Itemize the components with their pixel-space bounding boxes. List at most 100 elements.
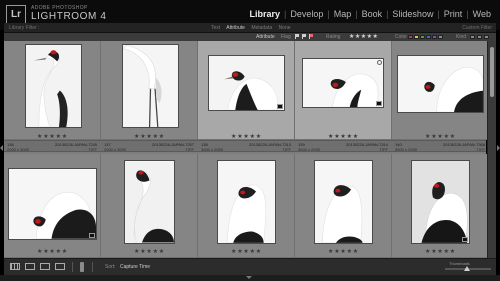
file-extension: TIFF xyxy=(379,147,388,152)
photo-thumbnail[interactable] xyxy=(397,55,484,113)
attribute-label: Attribute xyxy=(256,34,275,40)
loupe-view-icon[interactable] xyxy=(25,263,35,270)
file-extension: TIFF xyxy=(282,147,291,152)
rating-filter-stars[interactable]: ★★★★★ xyxy=(349,34,378,40)
lightroom-logo: Lr xyxy=(6,5,26,24)
photo-thumbnail[interactable] xyxy=(8,168,97,240)
module-library[interactable]: Library xyxy=(246,9,283,19)
photo-thumbnail[interactable] xyxy=(124,160,175,244)
filter-tabs: Text Attribute Metadata None xyxy=(211,25,296,31)
sort-order-dropdown[interactable]: Capture Time xyxy=(120,264,150,270)
sort-label: Sort: xyxy=(105,264,116,270)
grid-cell[interactable]: ★★★★★ xyxy=(101,41,198,140)
file-info: 137 20130226-JAPAN-7257 2000 x 3000 TIFF xyxy=(101,142,198,152)
grid-cell[interactable]: ★★★★★ xyxy=(4,154,101,258)
badge-icon xyxy=(462,237,468,242)
scrollbar-thumb[interactable] xyxy=(490,47,494,97)
cell-rating[interactable]: ★★★★★ xyxy=(198,249,295,255)
crane-photo xyxy=(125,161,174,243)
file-info: 140 20130226-JAPAN-7368 3000 x 2000 TIFF xyxy=(392,142,489,152)
crane-photo xyxy=(315,161,372,243)
library-filter-bar: Library Filter : Text Attribute Metadata… xyxy=(4,23,496,33)
color-label-yellow-swatch[interactable] xyxy=(414,35,419,39)
file-info: 139 20130226-JAPAN-7314 3000 x 2000 TIFF xyxy=(295,142,392,152)
filter-tab-attribute[interactable]: Attribute xyxy=(226,25,245,31)
grid-cell[interactable]: ★★★★★ xyxy=(4,41,101,140)
left-panel-toggle-icon[interactable] xyxy=(0,145,3,151)
grid-view-icon[interactable] xyxy=(10,263,20,270)
crane-legs-photo xyxy=(123,45,178,127)
color-label-purple-swatch[interactable] xyxy=(432,35,437,39)
module-slideshow[interactable]: Slideshow xyxy=(389,9,436,19)
crane-photo xyxy=(303,59,383,107)
photo-thumbnail[interactable] xyxy=(314,160,373,244)
filter-tab-text[interactable]: Text xyxy=(211,25,220,31)
module-develop[interactable]: Develop xyxy=(287,9,326,19)
flag-unflagged-icon[interactable] xyxy=(302,34,307,39)
photo-thumbnail[interactable] xyxy=(208,55,285,111)
module-web[interactable]: Web xyxy=(470,9,494,19)
crane-photo xyxy=(209,56,284,110)
color-label-green-swatch[interactable] xyxy=(420,35,425,39)
slider-knob-icon[interactable] xyxy=(464,266,470,271)
kind-master-icon[interactable] xyxy=(470,35,475,39)
grid-cell[interactable]: ★★★★★ xyxy=(392,41,489,140)
library-toolbar: Sort: Capture Time Thumbnails xyxy=(4,258,496,275)
badge-icon xyxy=(89,233,95,238)
toolbar-divider xyxy=(92,262,93,272)
flag-label: Flag xyxy=(281,34,291,40)
expand-filmstrip-icon[interactable] xyxy=(246,276,252,279)
color-label-red-swatch[interactable] xyxy=(408,35,413,39)
grid-cell[interactable]: ★★★★★ xyxy=(101,154,198,258)
badge-icon xyxy=(277,104,283,109)
library-filter-title: Library Filter : xyxy=(9,25,40,31)
color-label-blue-swatch[interactable] xyxy=(426,35,431,39)
grid-cell-selected[interactable]: ★★★★★ xyxy=(198,41,295,140)
crane-photo xyxy=(398,56,483,112)
file-dimensions: 3000 x 2000 xyxy=(395,147,418,152)
painter-spray-can-icon[interactable] xyxy=(80,262,84,272)
photo-thumbnail[interactable] xyxy=(25,44,82,128)
file-info: 138 20130226-JAPAN-7313 3000 x 2000 TIFF xyxy=(198,142,295,152)
attribute-filter-bar: Attribute Flag Rating ★★★★★ Color Kind xyxy=(4,33,496,41)
flag-picked-icon[interactable] xyxy=(295,34,300,39)
grid-cell[interactable]: ★★★★★ xyxy=(198,154,295,258)
crane-photo xyxy=(412,161,469,243)
kind-video-icon[interactable] xyxy=(484,35,489,39)
filmstrip-panel-edge[interactable] xyxy=(0,275,500,281)
file-info: 136 20130226-JAPAN-7245 2000 x 3000 TIFF xyxy=(4,142,101,152)
filter-tab-none[interactable]: None xyxy=(279,25,291,31)
grid-cell-selected[interactable]: ★★★★★ xyxy=(295,41,392,140)
photo-thumbnail[interactable] xyxy=(411,160,470,244)
cell-rating[interactable]: ★★★★★ xyxy=(101,249,198,255)
brand-title: LIGHTROOM 4 xyxy=(31,11,107,22)
cell-rating[interactable]: ★★★★★ xyxy=(392,249,489,255)
file-dimensions: 2000 x 3000 xyxy=(7,147,30,152)
toolbar-divider xyxy=(72,262,73,272)
photo-thumbnail[interactable] xyxy=(302,58,384,108)
cell-rating[interactable]: ★★★★★ xyxy=(295,249,392,255)
file-extension: TIFF xyxy=(185,147,194,152)
flag-rejected-icon[interactable] xyxy=(309,34,314,39)
module-map[interactable]: Map xyxy=(331,9,355,19)
crane-photo xyxy=(9,169,96,239)
photo-thumbnail[interactable] xyxy=(122,44,179,128)
file-extension: TIFF xyxy=(476,147,485,152)
crane-photo xyxy=(218,161,275,243)
kind-virtual-copy-icon[interactable] xyxy=(477,35,482,39)
module-print[interactable]: Print xyxy=(441,9,466,19)
grid-cell[interactable]: ★★★★★ xyxy=(392,154,489,258)
thumbnail-size-slider[interactable] xyxy=(445,266,491,271)
rating-label: Rating xyxy=(326,34,341,40)
grid-cell[interactable]: ★★★★★ xyxy=(295,154,392,258)
color-label-none-swatch[interactable] xyxy=(438,35,443,39)
module-book[interactable]: Book xyxy=(359,9,386,19)
filter-tab-metadata[interactable]: Metadata xyxy=(251,25,272,31)
custom-filter-dropdown[interactable]: Custom Filter xyxy=(462,25,492,31)
photo-thumbnail[interactable] xyxy=(217,160,276,244)
cell-rating[interactable]: ★★★★★ xyxy=(4,249,101,255)
compare-view-icon[interactable] xyxy=(40,263,50,270)
survey-view-icon[interactable] xyxy=(55,263,65,270)
grid-scrollbar[interactable] xyxy=(487,41,496,258)
file-dimensions: 3000 x 2000 xyxy=(298,147,321,152)
